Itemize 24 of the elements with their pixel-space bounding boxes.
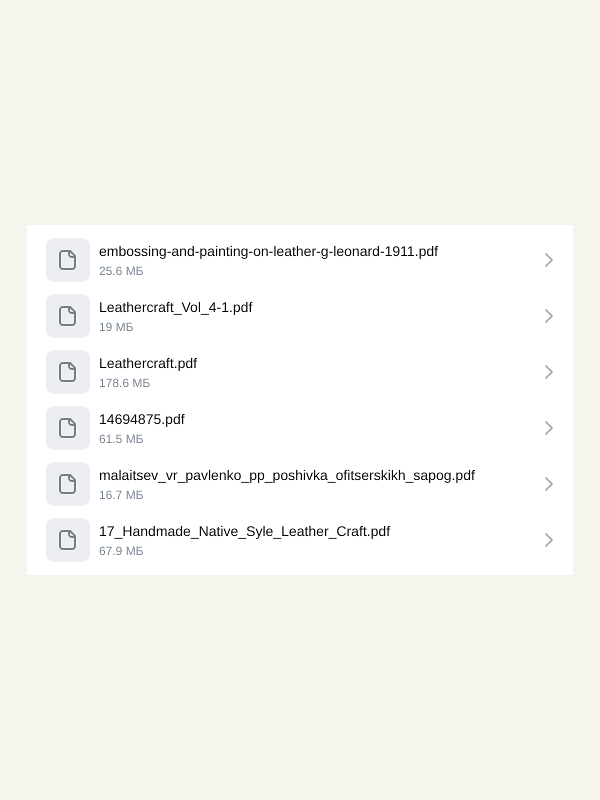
document-icon xyxy=(46,350,90,394)
file-name: 14694875.pdf xyxy=(99,410,185,426)
document-icon xyxy=(46,294,90,338)
document-icon xyxy=(46,462,90,506)
file-size: 67.9 МБ xyxy=(99,544,144,558)
file-size: 25.6 МБ xyxy=(99,264,144,278)
chevron-right-icon[interactable] xyxy=(545,309,553,323)
file-size: 61.5 МБ xyxy=(99,432,144,446)
file-name: malaitsev_vr_pavlenko_pp_poshivka_ofitserskikh_sapog.pdf xyxy=(99,466,475,482)
chevron-right-icon[interactable] xyxy=(545,533,553,547)
chevron-right-icon[interactable] xyxy=(545,253,553,267)
document-icon xyxy=(46,238,90,282)
file-name: Leathercraft.pdf xyxy=(99,354,198,370)
file-size: 19 МБ xyxy=(99,320,134,334)
document-icon xyxy=(46,518,90,562)
chevron-right-icon[interactable] xyxy=(545,421,553,435)
chevron-right-icon[interactable] xyxy=(545,477,553,491)
file-name: 17_Handmade_Native_Syle_Leather_Craft.pdf xyxy=(99,522,390,538)
file-name: embossing-and-painting-on-leather-g-leonard-1911.pdf xyxy=(99,242,438,258)
file-size: 178.6 МБ xyxy=(99,376,150,390)
file-size: 16.7 МБ xyxy=(99,488,144,502)
chevron-right-icon[interactable] xyxy=(545,365,553,379)
document-icon xyxy=(46,406,90,450)
file-name: Leathercraft_Vol_4-1.pdf xyxy=(99,298,252,314)
